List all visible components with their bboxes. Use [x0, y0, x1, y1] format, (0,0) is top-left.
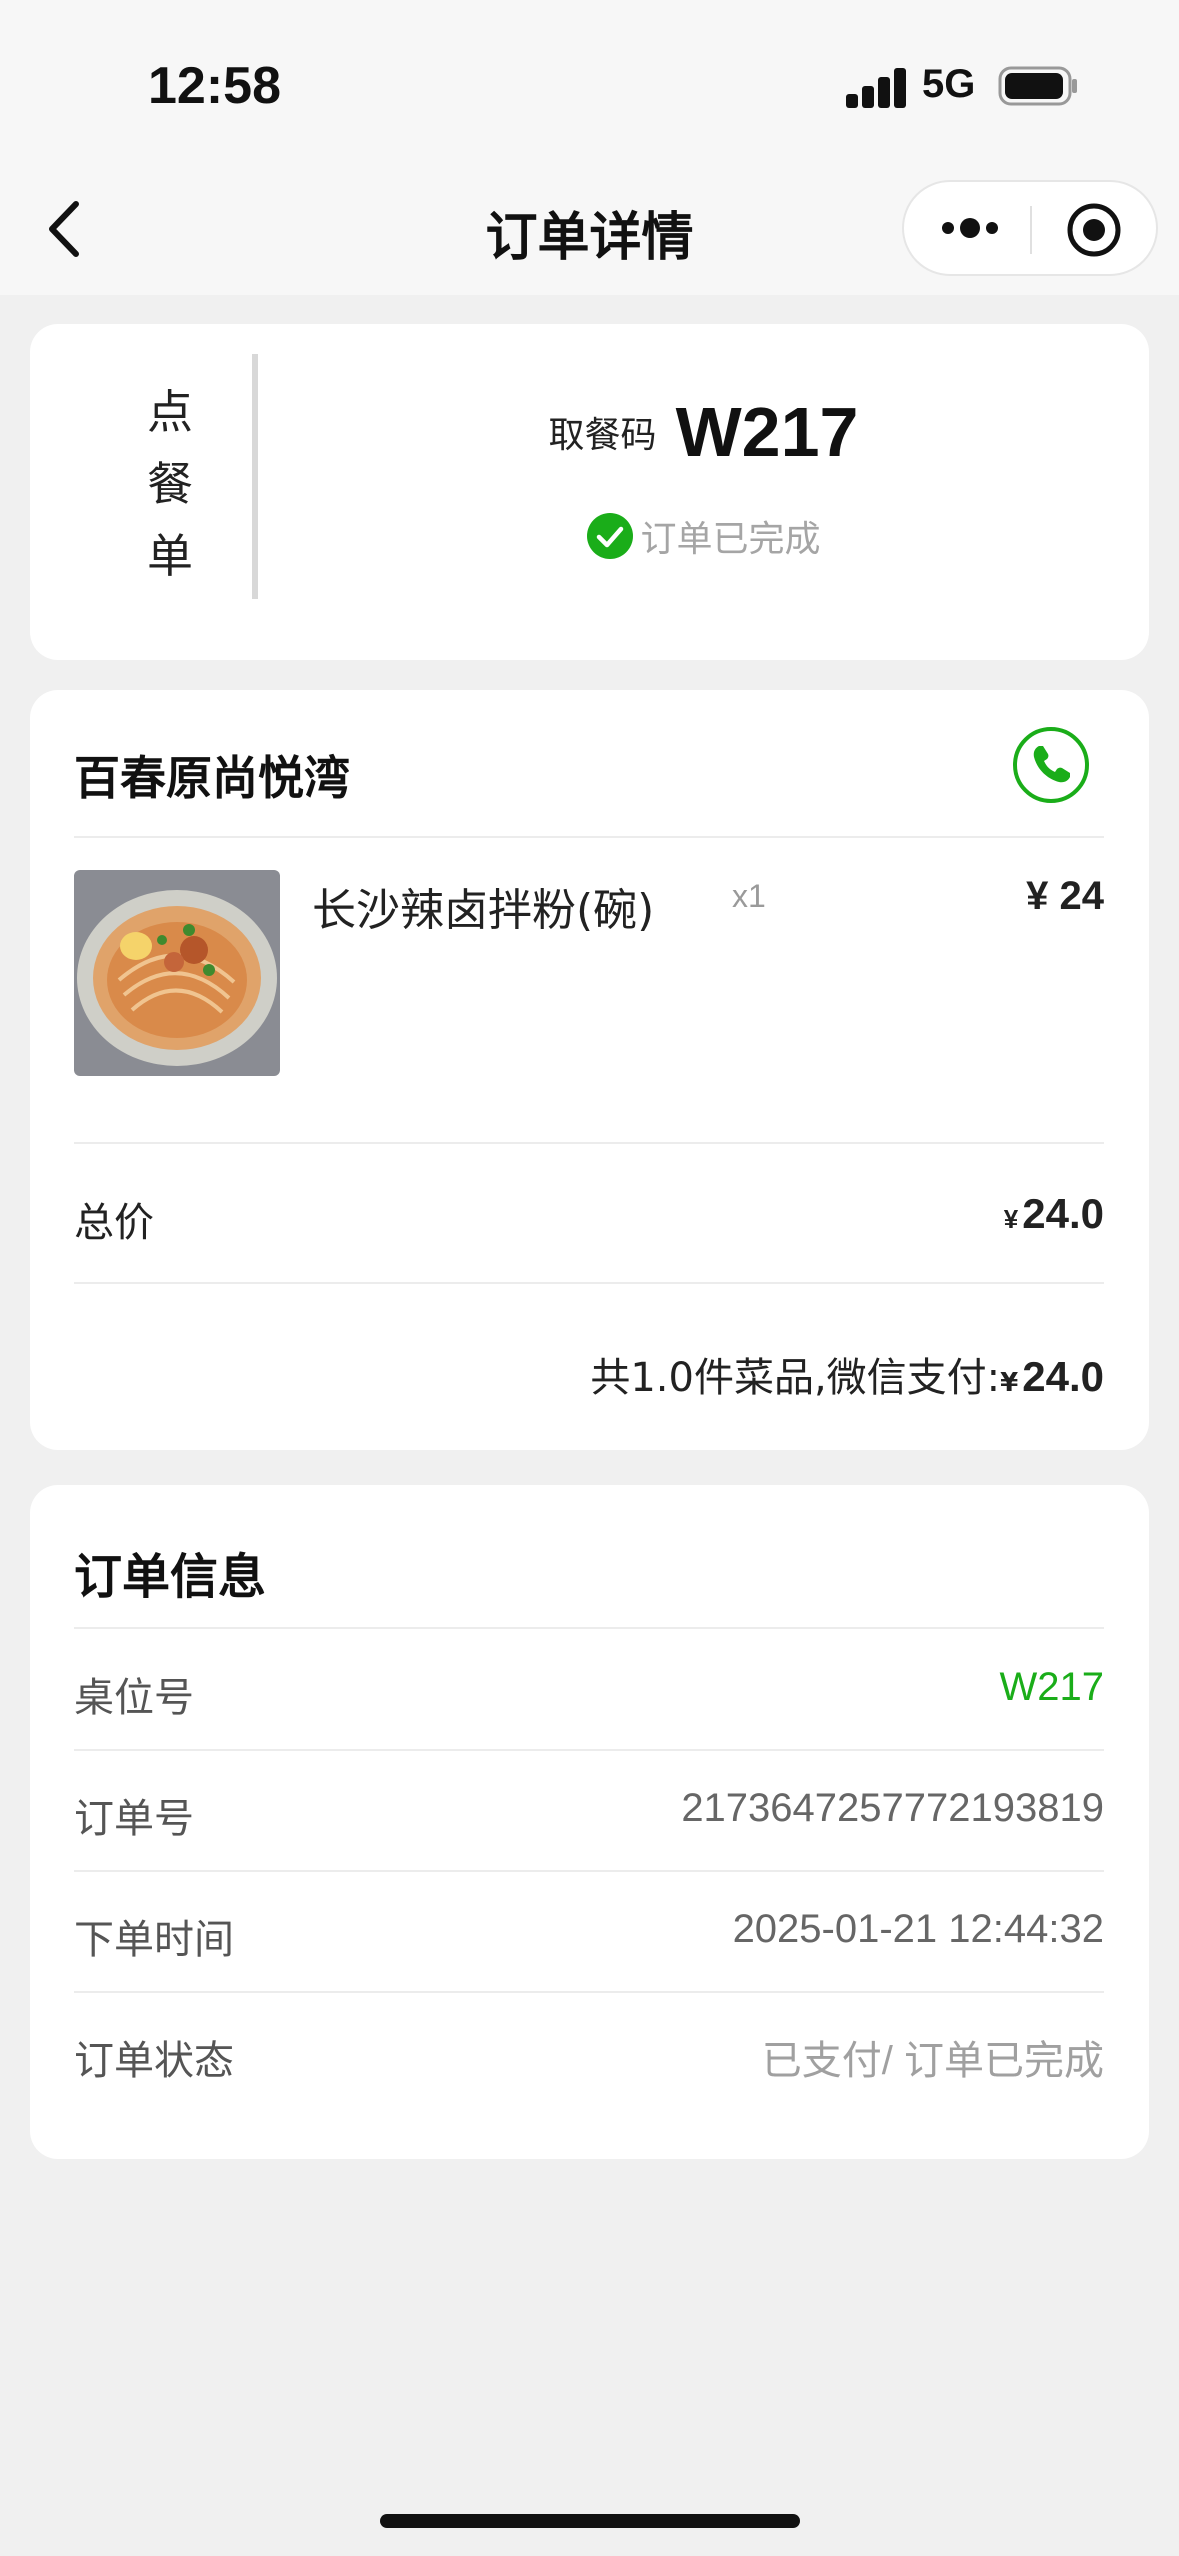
order-type-char: 单 — [147, 529, 193, 583]
dish-name: 长沙辣卤拌粉(碗) — [312, 885, 655, 936]
check-circle-icon — [587, 513, 634, 559]
phone-icon[interactable] — [1012, 726, 1090, 804]
dish-price: ¥ 24 — [1026, 874, 1104, 918]
row-key: 订单状态 — [74, 2038, 234, 2084]
currency-symbol: ¥ — [1000, 1368, 1019, 1398]
summary-text: 共1.0件菜品,微信支付: — [590, 1355, 1001, 1401]
vertical-divider — [252, 354, 258, 599]
order-time-row: 下单时间 2025-01-21 12:44:32 — [74, 1871, 1104, 1991]
status-time: 12:58 — [148, 57, 281, 115]
order-info-title: 订单信息 — [74, 1549, 267, 1605]
store-name: 百春原尚悦湾 — [74, 751, 350, 805]
divider — [74, 836, 1104, 838]
signal-icon — [846, 66, 908, 108]
store-card: 百春原尚悦湾 长沙辣卤拌粉(碗) x1 ¥ 24 总价 ¥24.0 共1.0件菜… — [30, 690, 1149, 1450]
order-number-row: 订单号 2173647257772193819 — [74, 1750, 1104, 1870]
currency-symbol: ¥ — [1003, 1204, 1019, 1234]
payment-summary: 共1.0件菜品,微信支付:¥24.0 — [590, 1345, 1104, 1403]
top-bar: 12:58 5G 订单详情 — [0, 0, 1179, 295]
order-info-card: 订单信息 桌位号 W217 订单号 2173647257772193819 下单… — [30, 1485, 1149, 2159]
pickup-card: 点 餐 单 取餐码 W217 订单已完成 — [30, 324, 1149, 660]
row-value: 2025-01-21 12:44:32 — [732, 1907, 1104, 1951]
pickup-code-row: 取餐码 W217 — [258, 392, 1149, 472]
row-key: 下单时间 — [74, 1917, 234, 1963]
row-value: 已支付/ 订单已完成 — [761, 2039, 1104, 2083]
more-dots-icon[interactable] — [938, 206, 1002, 250]
row-value: 2173647257772193819 — [681, 1786, 1104, 1830]
dish-quantity: x1 — [732, 878, 766, 914]
total-label: 总价 — [74, 1200, 154, 1246]
divider — [74, 1282, 1104, 1284]
target-circle-icon[interactable] — [1066, 202, 1122, 258]
pickup-label: 取餐码 — [548, 415, 657, 456]
order-status-text: 订单已完成 — [640, 519, 821, 560]
row-key: 订单号 — [74, 1796, 194, 1842]
network-label: 5G — [922, 62, 976, 106]
total-value: ¥24.0 — [1004, 1190, 1104, 1238]
order-status-info-row: 订单状态 已支付/ 订单已完成 — [74, 1992, 1104, 2112]
order-status-row: 订单已完成 — [258, 510, 1149, 562]
row-key: 桌位号 — [74, 1675, 194, 1721]
home-indicator[interactable] — [380, 2514, 800, 2528]
total-amount: 24.0 — [1022, 1190, 1104, 1237]
order-type-label: 点 餐 单 — [122, 376, 218, 592]
noodle-bowl-image — [74, 870, 280, 1076]
battery-icon — [998, 66, 1077, 106]
mini-program-capsule — [902, 180, 1158, 276]
table-number-row: 桌位号 W217 — [74, 1629, 1104, 1749]
pickup-code: W217 — [675, 393, 859, 471]
capsule-divider — [1030, 206, 1032, 254]
row-value: W217 — [999, 1665, 1105, 1709]
summary-amount: 24.0 — [1022, 1353, 1104, 1400]
divider — [74, 1142, 1104, 1144]
order-type-char: 点 — [147, 385, 193, 439]
order-type-char: 餐 — [147, 457, 193, 511]
